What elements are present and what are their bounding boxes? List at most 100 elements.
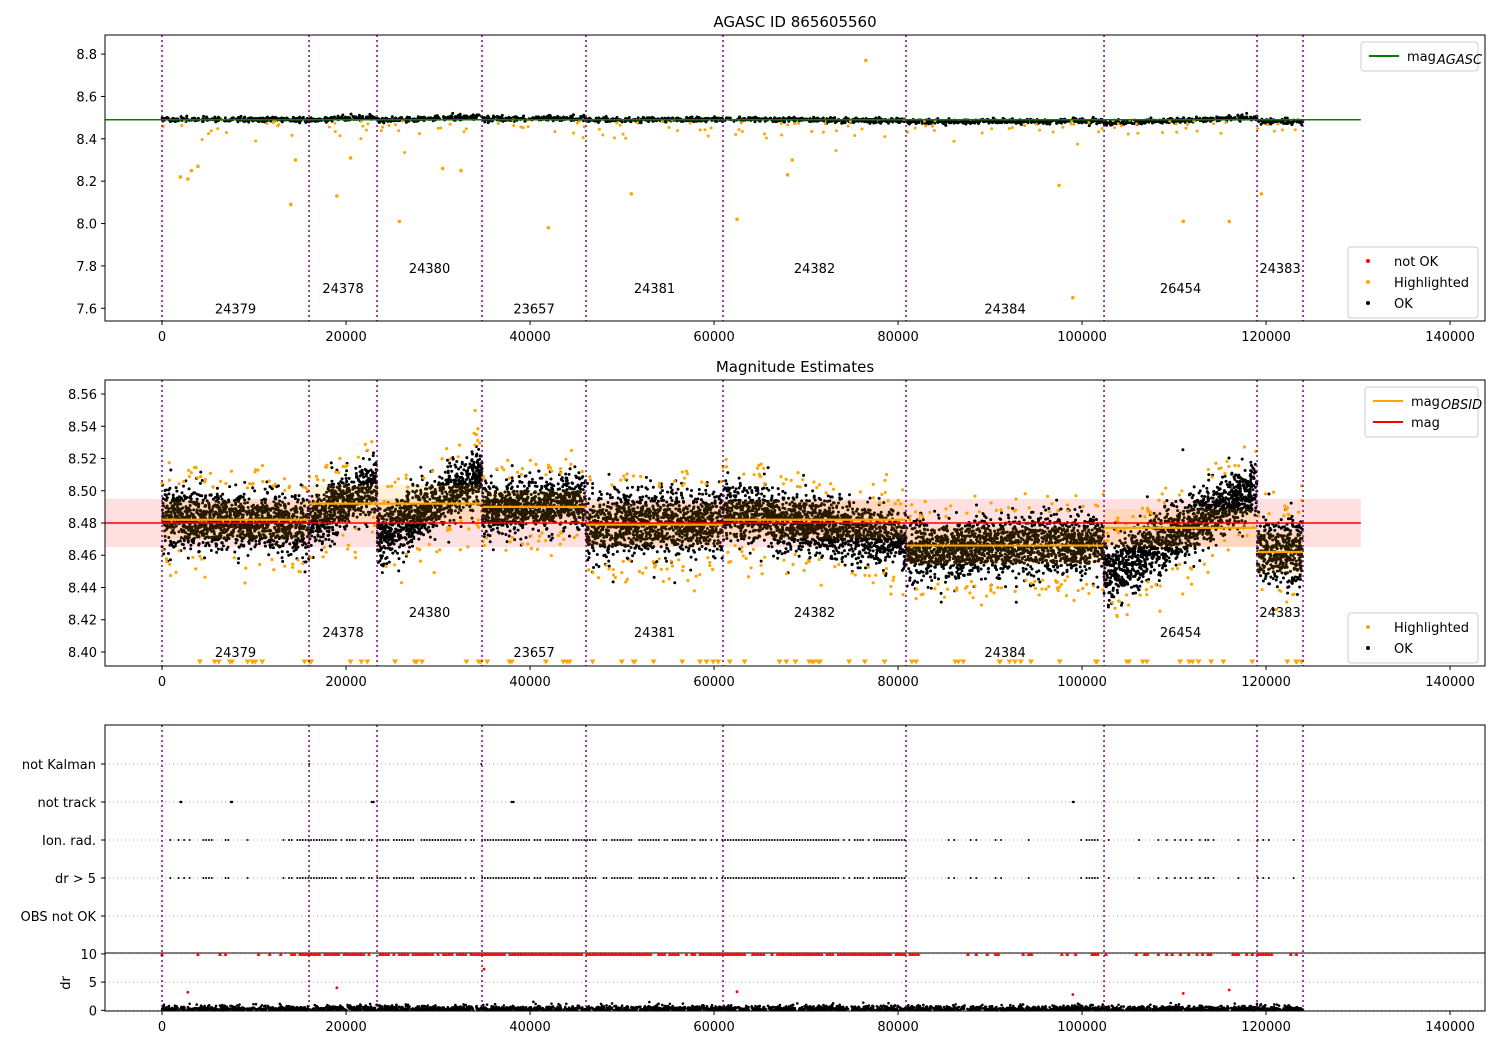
ok-point bbox=[385, 562, 389, 566]
highlighted-point bbox=[191, 555, 195, 560]
ok-point bbox=[276, 551, 280, 555]
highlighted-point bbox=[913, 126, 917, 130]
highlighted-point bbox=[206, 132, 210, 136]
highlighted-point bbox=[1135, 122, 1139, 126]
legend-label: Highlighted bbox=[1394, 276, 1469, 291]
highlighted-point bbox=[952, 139, 956, 143]
ok-point bbox=[428, 529, 432, 533]
legend-marker bbox=[1366, 301, 1370, 305]
ok-point bbox=[197, 550, 201, 554]
highlighted-point bbox=[397, 219, 402, 224]
ok-point bbox=[268, 545, 272, 549]
ok-point bbox=[380, 571, 384, 575]
ok-point bbox=[664, 120, 668, 124]
ok-point bbox=[344, 473, 348, 477]
ok-point bbox=[189, 543, 193, 547]
ok-point bbox=[281, 560, 285, 564]
highlighted-point bbox=[1007, 127, 1011, 131]
highlighted-point bbox=[244, 566, 248, 570]
ok-point bbox=[408, 545, 412, 549]
ok-point bbox=[331, 525, 335, 529]
highlighted-point bbox=[1126, 132, 1130, 136]
highlighted-point bbox=[1219, 131, 1223, 135]
ok-point bbox=[291, 546, 295, 550]
highlighted-point bbox=[338, 134, 342, 138]
highlighted-point bbox=[793, 122, 797, 126]
ok-point bbox=[310, 524, 314, 528]
highlighted-point bbox=[315, 478, 320, 482]
ok-point bbox=[249, 547, 253, 551]
ok-point bbox=[442, 115, 446, 119]
highlighted-point bbox=[1175, 130, 1179, 134]
ok-point bbox=[314, 529, 318, 533]
ok-point bbox=[1267, 120, 1271, 124]
clipped-highlighted-marker bbox=[358, 659, 365, 665]
ok-point bbox=[322, 525, 326, 529]
highlighted-point bbox=[370, 440, 374, 444]
highlighted-point bbox=[177, 482, 181, 486]
ok-point bbox=[175, 489, 179, 493]
ok-point bbox=[1228, 115, 1232, 119]
ok-point bbox=[486, 121, 490, 125]
highlighted-point bbox=[272, 568, 276, 572]
highlighted-point bbox=[177, 549, 181, 553]
highlighted-point bbox=[790, 158, 795, 162]
highlighted-point bbox=[636, 121, 640, 125]
ok-point bbox=[433, 537, 437, 541]
ok-point bbox=[422, 533, 426, 537]
highlighted-point bbox=[740, 130, 744, 134]
ok-point bbox=[425, 481, 429, 485]
ok-point bbox=[498, 116, 502, 120]
ok-point bbox=[371, 451, 375, 455]
ok-point bbox=[1038, 120, 1042, 124]
highlighted-point bbox=[254, 139, 258, 143]
ok-point bbox=[1141, 120, 1145, 124]
highlighted-point bbox=[291, 565, 295, 569]
clipped-highlighted-marker bbox=[364, 659, 371, 665]
obsid-label: 24378 bbox=[322, 282, 363, 297]
ok-point bbox=[185, 114, 189, 118]
ok-point bbox=[301, 556, 305, 560]
highlighted-point bbox=[387, 124, 391, 128]
ok-point bbox=[292, 541, 296, 545]
ok-point bbox=[226, 545, 230, 549]
highlighted-point bbox=[786, 123, 790, 127]
highlighted-point bbox=[346, 543, 351, 547]
obsid-label: 26454 bbox=[1160, 282, 1201, 297]
highlighted-point bbox=[597, 127, 601, 131]
ok-point bbox=[281, 543, 285, 547]
highlighted-point bbox=[322, 545, 326, 549]
ok-point bbox=[267, 553, 271, 557]
ok-point bbox=[364, 474, 368, 478]
ok-point bbox=[690, 115, 694, 119]
highlighted-point bbox=[785, 173, 790, 177]
ok-point bbox=[1041, 121, 1045, 125]
ok-point bbox=[1105, 121, 1109, 125]
highlighted-point bbox=[612, 136, 616, 140]
ok-point bbox=[354, 466, 358, 470]
ok-point bbox=[233, 550, 237, 554]
legend-label: not OK bbox=[1394, 255, 1439, 270]
ok-point bbox=[361, 472, 365, 476]
ok-point bbox=[998, 120, 1002, 124]
highlighted-point bbox=[232, 556, 236, 560]
highlighted-point bbox=[883, 135, 887, 139]
obsid-label: 24382 bbox=[794, 262, 835, 277]
ok-point bbox=[340, 477, 344, 481]
highlighted-point bbox=[364, 128, 368, 132]
ok-point bbox=[1149, 116, 1153, 120]
highlighted-point bbox=[187, 474, 192, 479]
highlighted-point bbox=[366, 122, 370, 126]
ok-point bbox=[305, 552, 309, 556]
highlighted-point bbox=[345, 547, 350, 551]
ok-point bbox=[168, 486, 172, 490]
ok-point bbox=[345, 479, 349, 483]
obsid-label: 24384 bbox=[984, 302, 1025, 317]
highlighted-point bbox=[341, 533, 345, 537]
highlighted-point bbox=[821, 130, 825, 134]
ok-point bbox=[253, 545, 257, 549]
ok-point bbox=[344, 477, 348, 481]
ok-point bbox=[410, 540, 414, 544]
highlighted-point bbox=[1256, 127, 1260, 131]
clipped-highlighted-marker bbox=[301, 659, 308, 665]
